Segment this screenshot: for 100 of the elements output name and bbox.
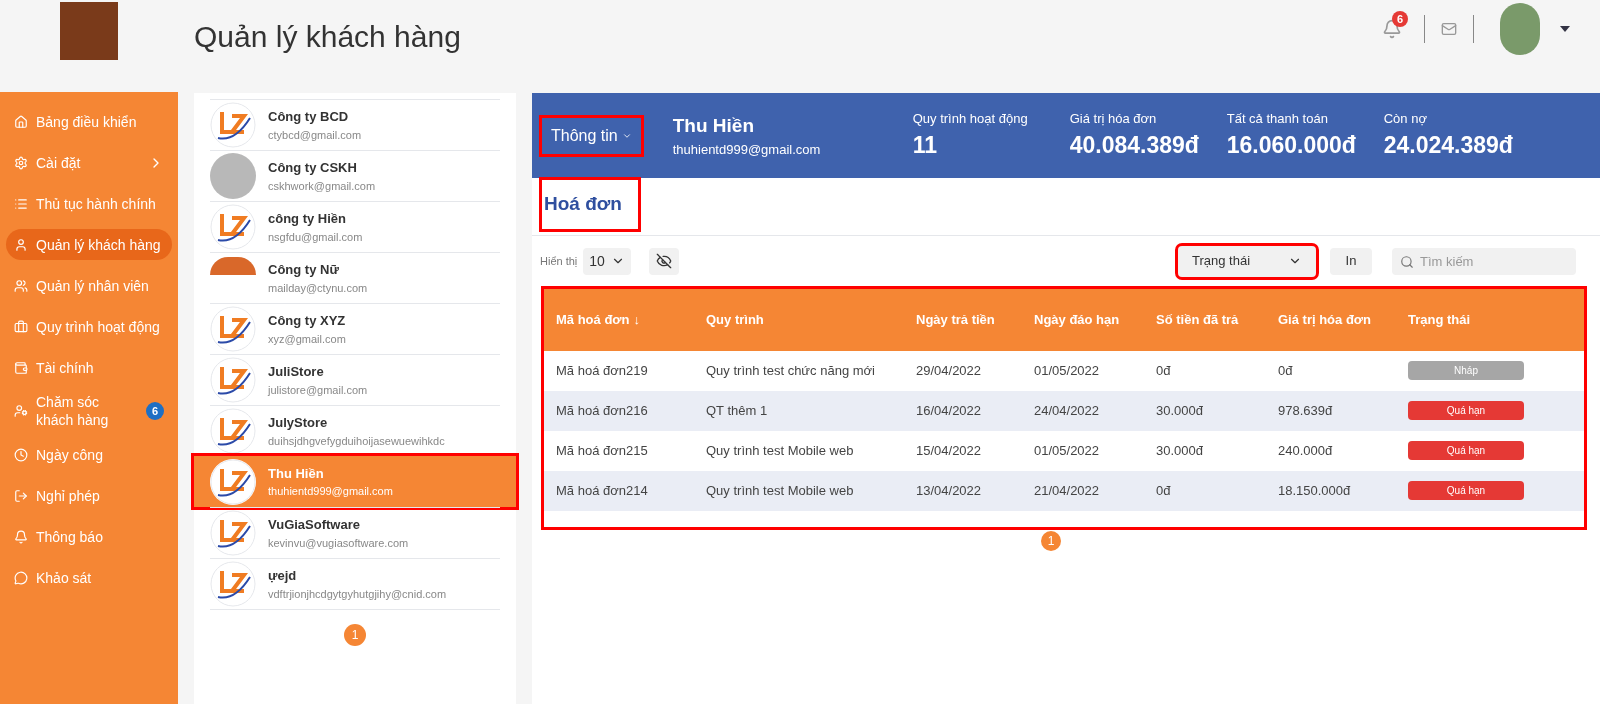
stat-value: 40.084.389đ: [1069, 131, 1200, 160]
toggle-columns-button[interactable]: [648, 247, 679, 275]
column-header[interactable]: Số tiền đã trả: [1156, 309, 1278, 330]
customer-item[interactable]: Công ty BCD ctybcd@gmail.com: [210, 99, 500, 150]
status-badge: Quá hạn: [1408, 441, 1524, 460]
sidebar-item[interactable]: Thông báo: [6, 521, 172, 552]
customer-item[interactable]: Công ty CSKH cskhwork@gmail.com: [210, 150, 500, 201]
banner-avatar: [210, 257, 256, 275]
customer-item[interactable]: công ty Hiền nsgfdu@gmail.com: [210, 201, 500, 252]
sidebar-item[interactable]: Quản lý khách hàng: [6, 229, 172, 260]
sidebar-item[interactable]: Quản lý nhân viên: [6, 270, 172, 301]
count-badge: 6: [146, 402, 164, 420]
customer-email: mailday@ctynu.com: [268, 280, 368, 296]
customer-email: kevinvu@vugiasoftware.com: [268, 535, 409, 551]
user-avatar-photo-placeholder[interactable]: [1500, 3, 1540, 55]
customer-name: Công ty BCD: [268, 108, 350, 126]
menu-icon: [14, 196, 28, 211]
show-label: Hiển thị: [540, 253, 578, 269]
table-cell-text: Mã hoá đơn214: [556, 481, 649, 500]
table-cell-text: 16/04/2022: [916, 401, 983, 420]
customer-email: nsgfdu@gmail.com: [268, 229, 363, 245]
table-cell-text: 01/05/2022: [1034, 441, 1101, 460]
customer-item[interactable]: ựejd vdftrjionjhcdgytgyhutgjihy@cnid.com: [210, 558, 500, 609]
sidebar-item[interactable]: Ngày công: [6, 439, 172, 470]
sidebar-item[interactable]: Cài đặt: [6, 147, 172, 178]
customer-item[interactable]: VuGiaSoftware kevinvu@vugiasoftware.com: [210, 507, 500, 558]
menu-icon: [14, 404, 28, 418]
column-header[interactable]: Giá trị hóa đơn: [1278, 309, 1408, 330]
table-cell-text: 29/04/2022: [916, 361, 983, 380]
stat-value: 16.060.000đ: [1226, 131, 1357, 160]
menu-icon: [14, 570, 28, 585]
table-cell-text: 13/04/2022: [916, 481, 983, 500]
customer-item[interactable]: Công ty Nữ mailday@ctynu.com: [210, 252, 500, 303]
section-title: Hoá đơn: [542, 180, 638, 229]
menu-icon: [14, 237, 28, 252]
column-header[interactable]: Quy trình: [706, 309, 916, 330]
customer-item[interactable]: Thu Hiền thuhientd999@gmail.com: [194, 456, 516, 507]
dropdown-caret-icon[interactable]: [1560, 26, 1570, 32]
customer-email: cskhwork@gmail.com: [268, 178, 376, 194]
sidebar-item[interactable]: Thủ tục hành chính: [6, 188, 172, 219]
menu-icon: [14, 155, 28, 170]
table-cell-text: 0đ: [1156, 481, 1172, 500]
table-cell-text: Mã hoá đơn219: [556, 361, 649, 380]
customer-item[interactable]: Công ty XYZ xyz@gmail.com: [210, 303, 500, 354]
logo-avatar-icon: [210, 306, 256, 352]
menu-icon: [14, 319, 28, 334]
search-field[interactable]: Tìm kiếm: [1392, 247, 1576, 275]
table-cell-text: Mã hoá đơn215: [556, 441, 649, 460]
sidebar-item[interactable]: Bảng điều khiển: [6, 106, 172, 137]
customer-name: Công ty XYZ: [268, 312, 346, 330]
search-icon: [1400, 254, 1414, 269]
logo-avatar-icon: [210, 357, 256, 403]
mail-icon[interactable]: [1441, 21, 1457, 37]
logo-avatar-icon: [210, 458, 256, 505]
customer-email: thuhientd999@gmail.com: [672, 141, 822, 159]
info-dropdown[interactable]: Thông tin: [542, 117, 641, 154]
customer-email: thuhientd999@gmail.com: [268, 484, 393, 499]
sidebar-item[interactable]: Nghỉ phép: [6, 480, 172, 511]
stat-value: 24.024.389đ: [1383, 131, 1514, 160]
print-button[interactable]: In: [1330, 247, 1372, 275]
table-cell-text: 0đ: [1156, 361, 1172, 380]
column-header[interactable]: Trạng thái: [1408, 309, 1572, 330]
page-size-select[interactable]: 10: [583, 247, 631, 275]
customer-email: julistore@gmail.com: [268, 382, 368, 398]
customer-name: ựejd: [268, 567, 298, 585]
table-cell-text: 21/04/2022: [1034, 481, 1101, 500]
page-number[interactable]: 1: [1041, 530, 1061, 551]
customer-email: vdftrjionjhcdgytgyhutgjihy@cnid.com: [268, 586, 447, 602]
menu-icon: [14, 488, 28, 503]
column-header[interactable]: Ngày đáo hạn: [1034, 309, 1156, 330]
sidebar-item[interactable]: Quy trình hoạt động: [6, 311, 172, 342]
table-cell-text: Quy trình test chức năng mới: [706, 361, 876, 380]
status-badge: Quá hạn: [1408, 401, 1524, 420]
stat-label: Tất cả thanh toán: [1226, 109, 1329, 128]
stat-label: Giá trị hóa đơn: [1069, 109, 1158, 128]
customer-item[interactable]: JuliStore julistore@gmail.com: [210, 354, 500, 405]
menu-icon: [14, 114, 28, 129]
customer-email: ctybcd@gmail.com: [268, 127, 362, 143]
column-header[interactable]: Ngày trả tiền: [916, 309, 1034, 330]
stat-value: 11: [912, 131, 939, 160]
sidebar-item[interactable]: Khảo sát: [6, 562, 172, 593]
sort-arrow: ↓: [633, 310, 641, 329]
column-header[interactable]: Mã hoá đơn ↓: [556, 309, 706, 330]
sidebar-item[interactable]: Chăm sóc khách hàng 6: [6, 393, 172, 429]
menu-icon: [14, 529, 28, 544]
status-badge: Quá hạn: [1408, 481, 1524, 500]
stat-label: Quy trình hoạt động: [912, 109, 1029, 128]
customer-name: Thu Hiền: [268, 464, 325, 483]
eye-off-icon: [655, 253, 672, 269]
table-cell-text: 0đ: [1278, 361, 1294, 380]
table-cell-text: 30.000đ: [1156, 441, 1204, 460]
stat-label: Còn nợ: [1383, 109, 1428, 128]
customer-email: duihsjdhgvefygduihoijasewuewihkdc: [268, 433, 445, 449]
logo-avatar-icon: [210, 102, 256, 148]
status-filter[interactable]: Trạng thái: [1178, 245, 1316, 277]
sidebar-item[interactable]: Tài chính: [6, 352, 172, 383]
table-cell-text: Quy trình test Mobile web: [706, 441, 855, 460]
page-number[interactable]: 1: [344, 624, 366, 646]
table-cell-text: 01/05/2022: [1034, 361, 1101, 380]
customer-email: xyz@gmail.com: [268, 331, 346, 347]
